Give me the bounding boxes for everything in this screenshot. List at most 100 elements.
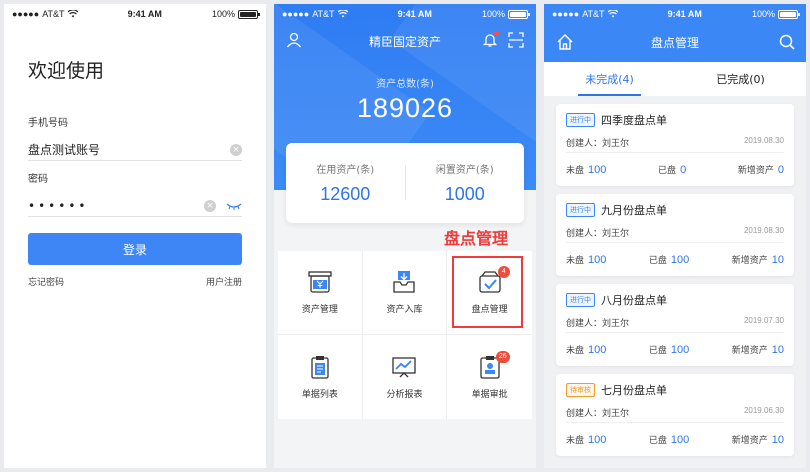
card-divider [566, 152, 784, 153]
inventory-screen: ●●●●● AT&T 9:41 AM 100% 盘点管理 未完成(4) 已完成(… [544, 4, 806, 468]
unchecked-label: 未盘 [566, 256, 585, 266]
status-badge: 进行中 [566, 113, 595, 127]
menu-document-approval[interactable]: 26 单据审批 [447, 335, 532, 419]
clipboard-list-icon [311, 355, 329, 379]
card-header: 进行中 八月份盘点单 [566, 292, 667, 308]
inventory-card[interactable]: 进行中 八月份盘点单 创建人：刘王尔 2019.07.30 未盘 100 已盘 10… [556, 284, 794, 366]
home-title: 精臣固定资产 [368, 34, 441, 49]
register-link[interactable]: 用户注册 [206, 275, 242, 288]
card-divider [566, 422, 784, 423]
added-value: 10 [771, 344, 784, 356]
callout-label: 盘点管理 [444, 229, 509, 248]
card-stats: 未盘 100 已盘 100 新增资产 10 [566, 343, 784, 356]
carrier-label: AT&T [42, 9, 65, 19]
tab-completed[interactable]: 已完成(0) [675, 62, 806, 96]
in-use-label: 在用资产(条) [316, 165, 375, 176]
card-title: 四季度盘点单 [601, 114, 667, 127]
checked-value: 100 [670, 434, 690, 446]
card-stats: 未盘 100 已盘 0 新增资产 0 [566, 163, 784, 176]
creator-name: 刘王尔 [602, 229, 630, 239]
creator-label: 创建人： [566, 409, 603, 419]
checked-label: 已盘 [648, 346, 667, 356]
unchecked-stat: 未盘 100 [566, 343, 606, 356]
user-icon[interactable] [286, 32, 302, 48]
carrier-label: AT&T [312, 9, 335, 19]
in-use-stat[interactable]: 在用资产(条) 12600 [286, 161, 405, 205]
scan-icon[interactable] [508, 32, 524, 48]
search-icon[interactable] [778, 33, 796, 51]
card-creator: 创建人：刘王尔 [566, 226, 629, 239]
card-date: 2019.08.30 [743, 136, 784, 145]
unchecked-stat: 未盘 100 [566, 163, 606, 176]
card-date: 2019.06.30 [743, 406, 784, 415]
inventory-card[interactable]: 待审核 七月份盘点单 创建人：刘王尔 2019.06.30 未盘 100 已盘 10… [556, 374, 794, 456]
checked-stat: 已盘 100 [649, 433, 689, 446]
home-icon[interactable] [556, 33, 574, 51]
carrier-info: ●●●●● AT&T [552, 9, 618, 19]
idle-label: 闲置资产(条) [435, 165, 494, 176]
wifi-icon [607, 10, 618, 18]
checked-stat: 已盘 100 [649, 343, 689, 356]
card-stats: 未盘 100 已盘 100 新增资产 10 [566, 253, 784, 266]
highlight-frame [452, 256, 523, 328]
bell-icon[interactable] [482, 31, 499, 48]
phone-input[interactable]: 盘点测试账号 × [28, 139, 242, 161]
added-label: 新增资产 [731, 256, 768, 266]
inventory-card[interactable]: 进行中 九月份盘点单 创建人：刘王尔 2019.08.30 未盘 100 已盘 10… [556, 194, 794, 276]
menu-asset-inbound[interactable]: 资产入库 [362, 251, 448, 335]
status-badge: 待审核 [566, 383, 595, 397]
creator-name: 刘王尔 [602, 319, 630, 329]
added-value: 10 [771, 434, 784, 446]
card-header: 待审核 七月份盘点单 [566, 382, 667, 398]
battery-percent: 100% [751, 9, 775, 19]
password-label: 密码 [28, 174, 48, 185]
approval-stamp-icon-wrap: 26 [477, 350, 510, 379]
eye-closed-icon[interactable] [226, 201, 242, 211]
menu-analysis-report[interactable]: 分析报表 [363, 335, 448, 419]
login-button[interactable]: 登录 [28, 233, 242, 265]
creator-name: 刘王尔 [602, 139, 630, 149]
checked-value: 100 [670, 254, 690, 266]
unchecked-label: 未盘 [566, 166, 585, 176]
login-screen: ●●●●● AT&T 9:41 AM 100% 欢迎使用 手机号码 盘点测试账号… [4, 4, 266, 468]
password-input[interactable]: •••••• × [28, 195, 242, 217]
inventory-title: 盘点管理 [650, 35, 699, 50]
status-bar: ●●●●● AT&T 9:41 AM 100% [4, 4, 266, 24]
carrier-info: ●●●●● AT&T [282, 9, 348, 19]
card-title: 九月份盘点单 [601, 204, 667, 217]
total-assets-label: 资产总数(条) [376, 79, 434, 90]
battery-icon [238, 9, 260, 19]
signal-icon: ●●●●● [282, 9, 310, 19]
signal-icon: ●●●●● [552, 9, 580, 19]
unchecked-value: 100 [588, 164, 607, 176]
in-use-value: 12600 [320, 184, 371, 204]
approval-badge: 26 [495, 350, 510, 363]
menu-document-list[interactable]: 单据列表 [278, 335, 363, 419]
menu-label: 单据列表 [301, 389, 338, 400]
card-header: 进行中 九月份盘点单 [566, 202, 667, 218]
card-stats: 未盘 100 已盘 100 新增资产 10 [566, 433, 784, 446]
unchecked-value: 100 [588, 254, 607, 266]
tab-incomplete[interactable]: 未完成(4) [544, 62, 675, 96]
idle-stat[interactable]: 闲置资产(条) 1000 [406, 161, 525, 205]
menu-label: 单据审批 [471, 389, 508, 400]
status-time: 9:41 AM [127, 9, 162, 19]
menu-asset-management[interactable]: 资产管理 [278, 251, 363, 335]
added-stat: 新增资产 10 [732, 253, 784, 266]
status-time: 9:41 AM [397, 9, 432, 19]
status-bar: ●●●●● AT&T 9:41 AM 100% [544, 4, 806, 24]
forgot-password-link[interactable]: 忘记密码 [28, 275, 64, 288]
added-label: 新增资产 [731, 436, 768, 446]
status-badge: 进行中 [566, 293, 595, 307]
home-navbar: 精臣固定资产 [274, 26, 536, 56]
clear-icon[interactable]: × [204, 199, 216, 212]
idle-value: 1000 [444, 184, 485, 204]
carrier-label: AT&T [582, 9, 605, 19]
phone-field: 手机号码 盘点测试账号 × [28, 114, 242, 161]
inventory-card[interactable]: 进行中 四季度盘点单 创建人：刘王尔 2019.08.30 未盘 100 已盘 0 … [556, 104, 794, 186]
home-screen: ●●●●● AT&T 9:41 AM 100% 精臣固定资产 资产总数(条) 1… [274, 4, 536, 468]
unchecked-label: 未盘 [566, 346, 585, 356]
clear-icon[interactable]: × [230, 143, 242, 156]
menu-label: 分析报表 [386, 389, 423, 400]
added-value: 0 [777, 164, 784, 176]
